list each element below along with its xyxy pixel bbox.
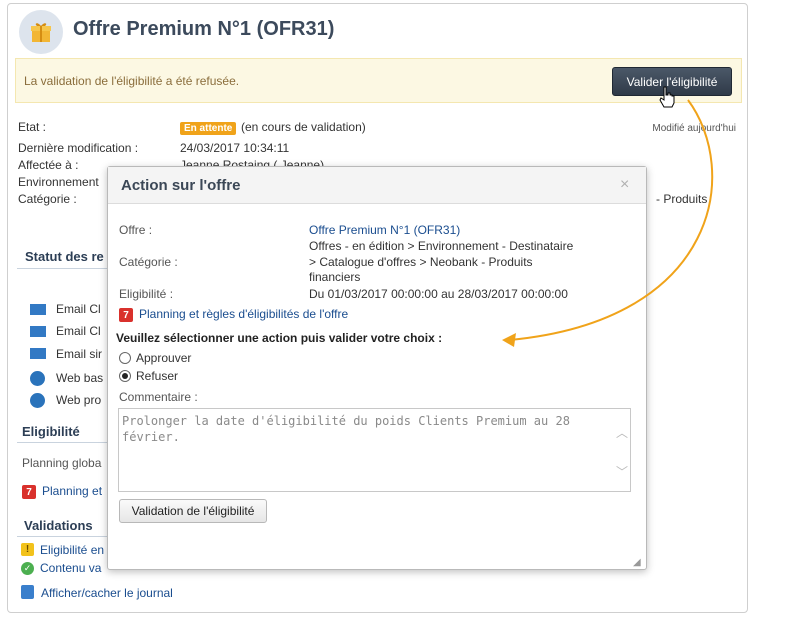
annotation-arrow (502, 99, 714, 347)
